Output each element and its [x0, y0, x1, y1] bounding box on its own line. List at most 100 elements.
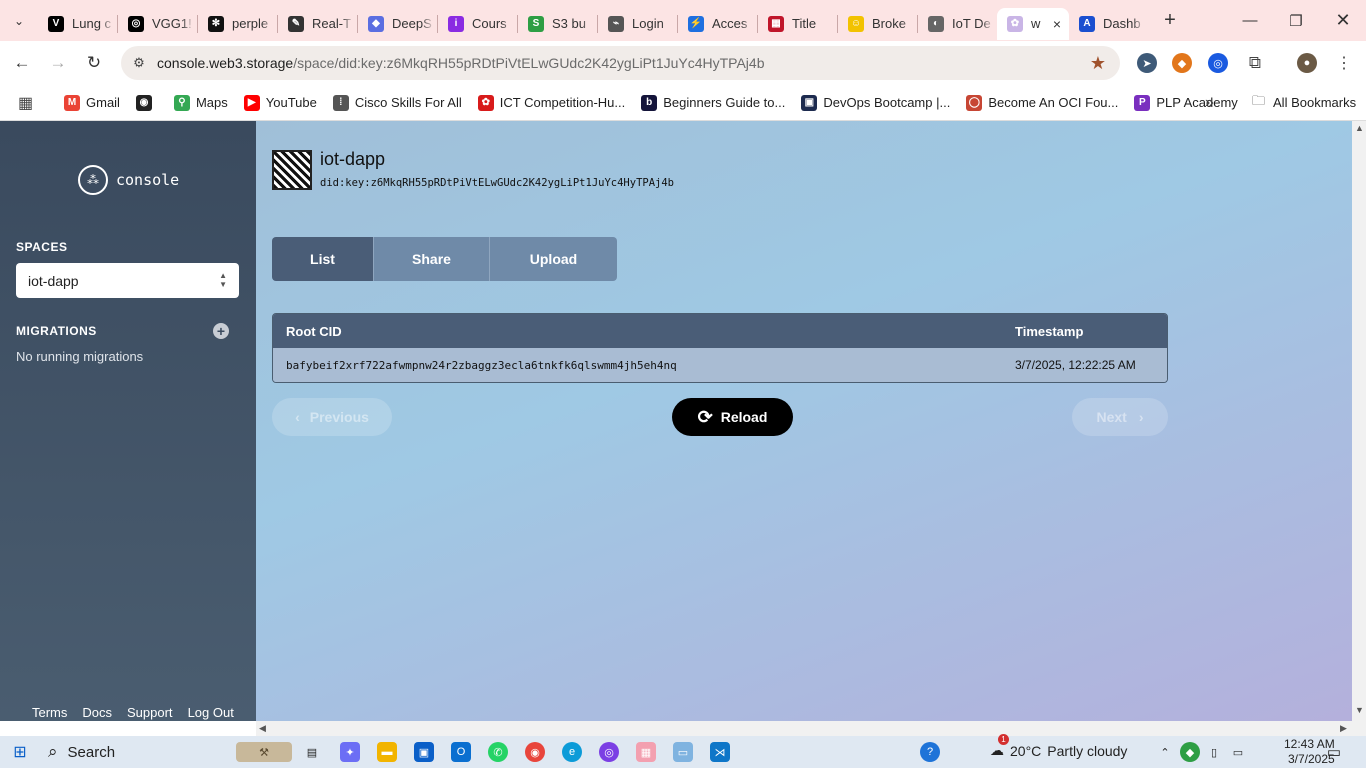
- add-migration-plus-icon[interactable]: +: [213, 323, 229, 339]
- console-logo[interactable]: ⁂ console: [78, 165, 179, 195]
- close-tab-icon[interactable]: ×: [1053, 16, 1061, 32]
- bookmark-item[interactable]: ▣ DevOps Bootcamp |...: [801, 94, 950, 111]
- temperature: 20°C: [1010, 742, 1042, 759]
- extension-circle-icon[interactable]: ◎: [1208, 53, 1228, 73]
- browser-tab-label: DeepS: [392, 16, 432, 31]
- browser-tab-label: Dashb: [1103, 16, 1141, 31]
- address-bar[interactable]: ⚙ console.web3.storage/space/did:key:z6M…: [121, 46, 1120, 80]
- horizontal-scrollbar[interactable]: ◀ ▶: [256, 721, 1352, 736]
- task-view-icon[interactable]: ▤: [302, 742, 322, 762]
- apps-grid-icon[interactable]: ▦: [18, 93, 44, 113]
- browser-tab[interactable]: ◐ IoT De: [918, 8, 997, 40]
- profile-avatar[interactable]: ●: [1297, 53, 1317, 73]
- back-arrow-icon[interactable]: ←: [10, 51, 34, 75]
- vscode-icon[interactable]: ⋊: [710, 742, 730, 762]
- notifications-icon[interactable]: ▭: [1324, 742, 1344, 762]
- edge-icon[interactable]: e: [562, 742, 582, 762]
- browser-tab-label: Cours: [472, 16, 507, 31]
- bookmark-item[interactable]: b Beginners Guide to...: [641, 94, 785, 111]
- docs-link[interactable]: Docs: [82, 705, 112, 720]
- app-grid-icon[interactable]: ▦: [636, 742, 656, 762]
- browser-tab[interactable]: ◎ VGG1!: [118, 8, 197, 40]
- minimize-button[interactable]: —: [1227, 0, 1273, 41]
- bookmark-item[interactable]: ⁞ Cisco Skills For All: [332, 94, 462, 111]
- next-button[interactable]: Next ›: [1072, 398, 1168, 436]
- reload-button[interactable]: ⟳ Reload: [672, 398, 793, 436]
- extensions-puzzle-icon[interactable]: ⧉: [1245, 53, 1265, 73]
- tab-list[interactable]: List: [272, 237, 374, 281]
- store-icon[interactable]: ▣: [414, 742, 434, 762]
- reload-page-icon[interactable]: ↻: [82, 51, 106, 75]
- browser-tab[interactable]: ▦ Title: [758, 8, 837, 40]
- browser-tab[interactable]: ☺ Broke: [838, 8, 917, 40]
- extension-cursor-icon[interactable]: ➤: [1137, 53, 1157, 73]
- logout-link[interactable]: Log Out: [188, 705, 234, 720]
- chrome-icon[interactable]: ◉: [525, 742, 545, 762]
- previous-button[interactable]: ‹ Previous: [272, 398, 392, 436]
- browser-tab-label: w: [1031, 16, 1041, 31]
- table-row[interactable]: bafybeif2xrf722afwmpnw24r2zbaggz3ecla6tn…: [273, 348, 1167, 382]
- browser-tab[interactable]: S S3 bu: [518, 8, 597, 40]
- bookmark-item[interactable]: P PLP Academy: [1134, 94, 1238, 111]
- sidebar-footer-links: Terms Docs Support Log Out: [32, 705, 234, 720]
- browser-tab-label: perple: [232, 16, 269, 31]
- copilot-icon[interactable]: ✦: [340, 742, 360, 762]
- tab-search-chevron-icon[interactable]: ⌄: [0, 0, 38, 41]
- bookmark-star-icon[interactable]: ★: [1090, 53, 1106, 74]
- tab-favicon-icon: ✻: [208, 15, 224, 32]
- browser-tab-label: IoT De: [952, 16, 991, 31]
- bookmark-item[interactable]: ▶ YouTube: [243, 94, 317, 111]
- uploads-table: Root CID Timestamp bafybeif2xrf722afwmpn…: [272, 313, 1168, 383]
- space-did: did:key:z6MkqRH55pRDtPiVtELwGUdc2K42ygLi…: [320, 177, 675, 189]
- notepad-icon[interactable]: ▭: [673, 742, 693, 762]
- tab-share[interactable]: Share: [374, 237, 490, 281]
- bookmark-item[interactable]: ✿ ICT Competition-Hu...: [477, 94, 625, 111]
- tray-app-icon[interactable]: ◆: [1180, 742, 1200, 762]
- weather-widget[interactable]: ☁ 1 20°C Partly cloudy: [990, 734, 1127, 759]
- bookmark-item[interactable]: ◯ Become An OCI Fou...: [966, 94, 1119, 111]
- browser-tab[interactable]: ⚡ Acces: [678, 8, 757, 40]
- browser-tab-active[interactable]: ✿ w ×: [997, 7, 1069, 40]
- file-explorer-icon[interactable]: ▬: [377, 742, 397, 762]
- browser-tab[interactable]: ✎ Real-T: [278, 8, 357, 40]
- tab-favicon-icon: ◆: [368, 15, 384, 32]
- bookmark-item[interactable]: M Gmail: [64, 94, 120, 111]
- metamask-fox-icon[interactable]: ◆: [1172, 53, 1192, 73]
- space-select[interactable]: iot-dapp ▲ ▼: [16, 263, 239, 298]
- all-bookmarks-button[interactable]: 🗀 All Bookmarks: [1252, 92, 1356, 114]
- outlook-icon[interactable]: O: [451, 742, 471, 762]
- row-root-cid[interactable]: bafybeif2xrf722afwmpnw24r2zbaggz3ecla6tn…: [286, 359, 677, 372]
- close-window-button[interactable]: ✕: [1320, 0, 1366, 41]
- bookmark-item[interactable]: ◉: [135, 94, 158, 111]
- site-info-icon[interactable]: ⚙: [121, 55, 157, 71]
- browser-menu-icon[interactable]: ⋮: [1334, 53, 1354, 73]
- browser-tab-dashboard[interactable]: A Dashb: [1069, 8, 1148, 40]
- weather-badge: 1: [998, 734, 1009, 745]
- browser-tab[interactable]: ◆ DeepS: [358, 8, 437, 40]
- app-circle-icon[interactable]: ◎: [599, 742, 619, 762]
- browser-tab[interactable]: ⌁ Login: [598, 8, 677, 40]
- bookmarks-bar: ▦ M Gmail ◉ ⚲ Maps ▶ YouTube ⁞ Cisco Skills For …: [0, 85, 1366, 121]
- browser-tab[interactable]: V Lung c: [38, 8, 117, 40]
- previous-label: Previous: [309, 409, 369, 425]
- forward-arrow-icon[interactable]: →: [46, 51, 70, 75]
- windows-start-icon[interactable]: ⊞: [10, 742, 30, 762]
- terms-link[interactable]: Terms: [32, 705, 67, 720]
- bookmark-favicon-icon: ✿: [477, 94, 494, 111]
- bookmark-item[interactable]: ⚲ Maps: [173, 94, 228, 111]
- battery-icon[interactable]: ▭: [1228, 742, 1248, 762]
- support-link[interactable]: Support: [127, 705, 173, 720]
- tray-chevron-up-icon[interactable]: ⌃: [1155, 742, 1175, 762]
- whatsapp-icon[interactable]: ✆: [488, 742, 508, 762]
- browser-tab[interactable]: ✻ perple: [198, 8, 277, 40]
- restore-button[interactable]: ❐: [1273, 0, 1319, 41]
- tray-device-icon[interactable]: ▯: [1204, 742, 1224, 762]
- new-tab-button[interactable]: +: [1154, 9, 1186, 32]
- bookmark-favicon-icon: b: [641, 94, 658, 111]
- browser-tab[interactable]: i Cours: [438, 8, 517, 40]
- help-icon[interactable]: ?: [920, 742, 940, 762]
- vertical-scrollbar[interactable]: ▲ ▼: [1352, 121, 1366, 721]
- tab-upload[interactable]: Upload: [490, 237, 617, 281]
- bookmarks-overflow-icon[interactable]: »: [1205, 94, 1214, 112]
- bookmark-label: Become An OCI Fou...: [988, 95, 1119, 110]
